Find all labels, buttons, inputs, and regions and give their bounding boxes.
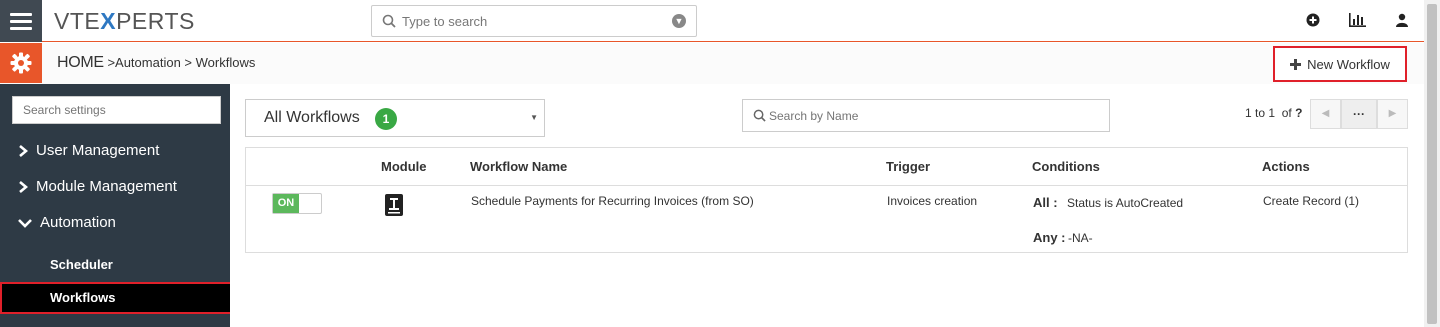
sidebar-item-user-management[interactable]: User Management (18, 142, 159, 159)
workflow-status-toggle[interactable]: ON (272, 193, 322, 214)
pagination-total[interactable]: ? (1295, 106, 1302, 120)
table-header: Module Workflow Name Trigger Conditions … (246, 148, 1407, 186)
chevron-right-icon (19, 144, 28, 157)
workflow-count-badge: 1 (375, 108, 397, 130)
search-icon (382, 14, 396, 28)
workflow-action: Create Record (1) (1263, 194, 1360, 208)
search-by-name-field[interactable] (742, 99, 1110, 132)
new-workflow-label: New Workflow (1307, 56, 1390, 72)
previous-page-button[interactable]: ◀ (1310, 99, 1341, 129)
menu-icon[interactable] (0, 0, 42, 42)
sidebar-subitem-label: Workflows (50, 290, 116, 305)
app-logo[interactable]: VTEXPERTS (54, 8, 195, 35)
chevron-right-icon: ▶ (1388, 108, 1397, 119)
settings-search-field[interactable] (12, 96, 221, 124)
sidebar-item-label: User Management (36, 142, 160, 159)
gear-icon (10, 52, 32, 74)
breadcrumb-automation[interactable]: Automation (115, 55, 181, 70)
invoice-icon (385, 194, 403, 216)
chevron-left-icon: ◀ (1321, 108, 1330, 119)
sidebar-subitem-workflows-active[interactable]: Workflows (0, 282, 232, 314)
settings-sidebar: User Management Module Management Automa… (0, 84, 232, 327)
chevron-down-icon (18, 218, 32, 228)
breadcrumb-home[interactable]: HOME (57, 54, 104, 71)
plus-icon (1290, 58, 1302, 70)
breadcrumb-separator: > (107, 55, 116, 70)
breadcrumb-separator: > (184, 55, 193, 70)
breadcrumb-current: Workflows (195, 55, 256, 70)
sidebar-item-label: Automation (40, 214, 116, 231)
user-icon[interactable] (1396, 13, 1408, 27)
conditions-any-label: Any : (1033, 230, 1066, 245)
search-by-name-input[interactable] (769, 100, 1099, 131)
settings-search-input[interactable] (13, 97, 220, 123)
global-search-placeholder: Type to search (402, 14, 488, 29)
column-header-workflow-name: Workflow Name (470, 159, 568, 174)
conditions-all-label: All : (1033, 195, 1058, 210)
plus-circle-icon[interactable] (1306, 13, 1320, 27)
bar-chart-icon[interactable] (1349, 13, 1366, 27)
conditions-any-value: -NA- (1068, 231, 1093, 245)
workflow-filter-value: All Workflows (264, 109, 360, 126)
scrollbar-thumb[interactable] (1427, 4, 1437, 324)
workflow-filter-select[interactable]: All Workflows 1 ▼ (245, 99, 545, 137)
search-icon (753, 109, 766, 122)
pagination-more-button[interactable]: ··· (1341, 99, 1377, 129)
sidebar-item-label: Module Management (36, 178, 177, 195)
sidebar-item-module-management[interactable]: Module Management (18, 178, 177, 195)
pagination-of: of (1281, 106, 1292, 120)
pagination-range: 1 to 1 (1245, 106, 1276, 120)
workflow-name-link[interactable]: Schedule Payments for Recurring Invoices… (471, 194, 754, 208)
column-header-actions: Actions (1262, 159, 1310, 174)
main-content: All Workflows 1 ▼ 1 to 1 of ? ◀ ··· ▶ Mo… (230, 84, 1424, 327)
new-workflow-button[interactable]: New Workflow (1273, 46, 1407, 82)
global-search-input[interactable]: Type to search ▼ (371, 5, 697, 37)
chevron-right-icon (19, 180, 28, 193)
toggle-on-label: ON (273, 194, 299, 213)
workflow-trigger: Invoices creation (887, 194, 978, 208)
settings-gear-button[interactable] (0, 43, 42, 83)
sidebar-item-automation[interactable]: Automation (18, 214, 116, 231)
breadcrumb: HOME >Automation > Workflows (57, 54, 255, 72)
conditions-all-value: Status is AutoCreated (1067, 196, 1184, 210)
sidebar-subitem-scheduler[interactable]: Scheduler (50, 257, 113, 272)
next-page-button[interactable]: ▶ (1377, 99, 1408, 129)
pagination-info: 1 to 1 of ? (1245, 106, 1302, 120)
caret-down-icon: ▼ (530, 113, 538, 122)
scrollbar-track[interactable] (1424, 0, 1440, 327)
top-navbar: VTEXPERTS Type to search ▼ (0, 0, 1424, 42)
column-header-conditions: Conditions (1032, 159, 1100, 174)
column-header-trigger: Trigger (886, 159, 931, 174)
workflows-table: Module Workflow Name Trigger Conditions … (245, 147, 1408, 253)
column-header-module: Module (381, 159, 427, 174)
breadcrumb-bar: HOME >Automation > Workflows New Workflo… (0, 43, 1424, 84)
chevron-down-icon[interactable]: ▼ (672, 14, 686, 28)
